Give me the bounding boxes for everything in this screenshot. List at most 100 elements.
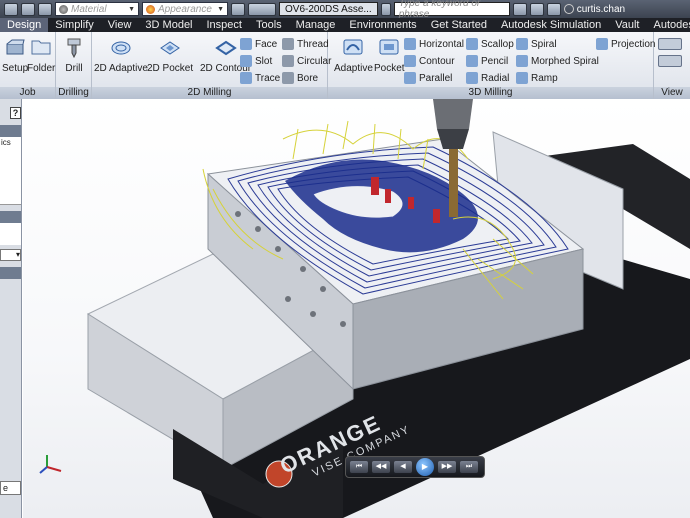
- document-title: OV6-200DS Asse...: [279, 2, 378, 16]
- ramp-icon: [516, 72, 528, 84]
- binoculars-icon[interactable]: [512, 2, 527, 16]
- ramp-button[interactable]: Ramp: [516, 71, 558, 85]
- search-input[interactable]: Type a keyword or phrase: [393, 0, 510, 20]
- circular-icon: [282, 55, 294, 67]
- ribbon-tab-vault[interactable]: Vault: [608, 18, 646, 32]
- bore-button[interactable]: Bore: [282, 71, 318, 85]
- ribbon-tab-view[interactable]: View: [101, 18, 139, 32]
- ribbon-tab-tools[interactable]: Tools: [249, 18, 289, 32]
- chevron-down-icon: ▼: [217, 5, 224, 13]
- panel-header-2: [0, 211, 21, 223]
- horizontal-button[interactable]: Horizontal: [404, 37, 464, 51]
- update-icon[interactable]: [38, 2, 52, 16]
- spindle: [433, 99, 473, 129]
- fx-icon[interactable]: [231, 2, 245, 16]
- 2d-adaptive-button[interactable]: 2D Adaptive: [94, 36, 148, 74]
- spiral-button[interactable]: Spiral: [516, 37, 557, 51]
- trace-button[interactable]: Trace: [240, 71, 280, 85]
- 2d-pocket-icon: [160, 41, 180, 55]
- contour-button[interactable]: Contour: [404, 54, 455, 68]
- parallel-button[interactable]: Parallel: [404, 71, 452, 85]
- play-button[interactable]: ▶: [416, 458, 434, 476]
- panel-select[interactable]: ▾: [0, 249, 21, 261]
- 3d-pocket-button[interactable]: Pocket: [374, 36, 405, 74]
- parallel-icon: [404, 72, 416, 84]
- bore-icon: [282, 72, 294, 84]
- 2d-adaptive-icon: [111, 41, 131, 55]
- milling-2d-group: 2D Adaptive 2D Pocket 2D Contour Face Sl…: [92, 32, 331, 99]
- go-to-start-button[interactable]: ⏮: [350, 461, 368, 473]
- radial-icon: [466, 72, 478, 84]
- morphed-spiral-button[interactable]: Morphed Spiral: [516, 54, 599, 68]
- panel-label: ics: [0, 137, 21, 149]
- rewind-button[interactable]: ◀: [394, 461, 412, 473]
- ribbon-tab-get-started[interactable]: Get Started: [424, 18, 494, 32]
- window-icon: [658, 55, 682, 67]
- morphed-spiral-icon: [516, 55, 528, 67]
- folder-icon: [31, 40, 51, 55]
- ribbon-panel: Setup Folder Job Drill Drilling 2D Adapt…: [0, 32, 690, 99]
- ribbon-tab-environments[interactable]: Environments: [342, 18, 423, 32]
- simulation-playback-bar: ⏮ ◀◀ ◀ ▶ ▶▶ ⏭: [345, 456, 485, 478]
- spiral-icon: [516, 38, 528, 50]
- question-icon[interactable]: [546, 2, 561, 16]
- 3d-pocket-icon: [379, 39, 399, 55]
- thread-icon: [282, 38, 294, 50]
- pencil-icon: [466, 55, 478, 67]
- pencil-button[interactable]: Pencil: [466, 54, 508, 68]
- chevron-down-icon: ▼: [128, 5, 135, 13]
- scallop-icon: [466, 38, 478, 50]
- fast-forward-button[interactable]: ▶▶: [438, 461, 456, 473]
- panel-header: [0, 125, 21, 137]
- face-button[interactable]: Face: [240, 37, 277, 51]
- go-to-end-button[interactable]: ⏭: [460, 461, 478, 473]
- cam-application-window: Material ▼ Appearance ▼ OV6-200DS Asse..…: [0, 0, 690, 518]
- job-group-title: Job: [0, 87, 55, 99]
- view-toggle-button[interactable]: [658, 37, 682, 51]
- graphics-viewport[interactable]: ORANGE VISE COMPANY ⏮ ◀◀ ◀ ▶ ▶▶ ⏭: [23, 99, 690, 518]
- ribbon-tab-inspect[interactable]: Inspect: [200, 18, 249, 32]
- view-group-title: View: [654, 87, 690, 99]
- drill-button[interactable]: Drill: [63, 36, 85, 74]
- help-button[interactable]: ?: [10, 107, 21, 119]
- panel-list: [0, 149, 21, 205]
- star-icon[interactable]: [529, 2, 544, 16]
- ribbon-tab-3d-model[interactable]: 3D Model: [138, 18, 199, 32]
- slot-button[interactable]: Slot: [240, 54, 272, 68]
- user-account[interactable]: curtis.chan: [563, 4, 625, 15]
- scallop-button[interactable]: Scallop: [466, 37, 514, 51]
- return-icon[interactable]: [4, 2, 18, 16]
- face-icon: [240, 38, 252, 50]
- 3d-adaptive-button[interactable]: Adaptive: [334, 36, 373, 74]
- ribbon-tab-bar: Design Simplify View 3D Model Inspect Tools Ma…: [0, 18, 690, 32]
- milling-2d-group-title: 2D Milling: [92, 87, 327, 99]
- customize-icon[interactable]: [248, 2, 276, 16]
- select-icon[interactable]: [21, 2, 35, 16]
- setup-button[interactable]: Setup: [2, 36, 28, 74]
- milling-3d-group-title: 3D Milling: [328, 87, 653, 99]
- ribbon-tab-autodesk-360[interactable]: Autodesk 360: [647, 18, 690, 32]
- ribbon-tab-design[interactable]: Design: [0, 18, 49, 32]
- panel-field: [0, 223, 21, 245]
- material-dropdown[interactable]: Material ▼: [55, 2, 139, 16]
- appearance-dropdown[interactable]: Appearance ▼: [142, 2, 228, 16]
- chevron-right-icon[interactable]: [380, 2, 391, 16]
- circular-button[interactable]: Circular: [282, 54, 331, 68]
- material-icon: [59, 4, 68, 14]
- projection-button[interactable]: Projection: [596, 37, 655, 51]
- drilling-group-title: Drilling: [56, 87, 91, 99]
- panel-header-3: [0, 267, 21, 279]
- panel-footer-button[interactable]: e: [0, 481, 21, 495]
- view-options-button[interactable]: [658, 54, 682, 68]
- radial-button[interactable]: Radial: [466, 71, 509, 85]
- ribbon-tab-simplify[interactable]: Simplify: [48, 18, 101, 32]
- thread-button[interactable]: Thread: [282, 37, 329, 51]
- browser-panel: ? ics ▾ e: [0, 99, 22, 518]
- 2d-pocket-button[interactable]: 2D Pocket: [147, 36, 193, 74]
- step-back-button[interactable]: ◀◀: [372, 461, 390, 473]
- view-group: View: [654, 32, 690, 99]
- ribbon-tab-manage[interactable]: Manage: [289, 18, 343, 32]
- projection-icon: [596, 38, 608, 50]
- folder-button[interactable]: Folder: [27, 36, 55, 74]
- ribbon-tab-autodesk-simulation[interactable]: Autodesk Simulation: [494, 18, 608, 32]
